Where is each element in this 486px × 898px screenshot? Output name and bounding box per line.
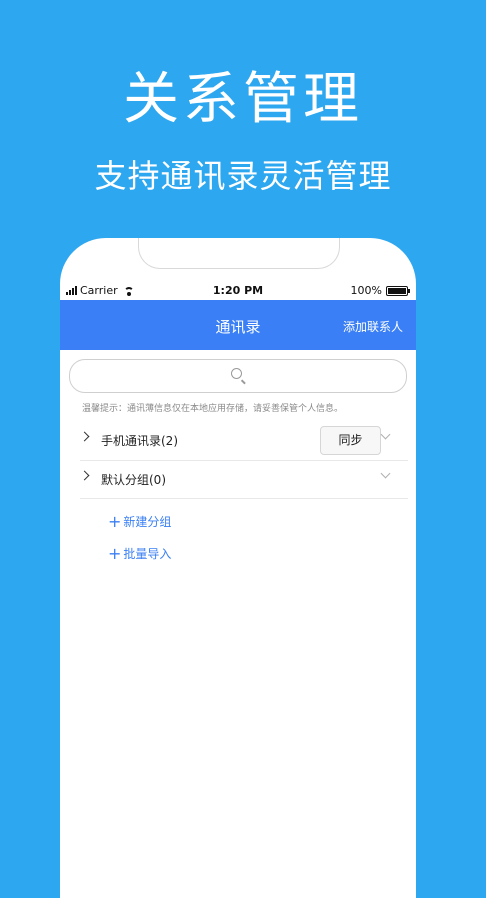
new-group-button[interactable]: + 新建分组: [108, 512, 171, 531]
group-label: 默认分组(0): [101, 473, 166, 487]
battery-percent: 100%: [350, 284, 382, 297]
group-row-phone-contacts[interactable]: 手机通讯录(2) 同步: [60, 421, 416, 459]
privacy-tip: 温馨提示：通讯薄信息仅在本地应用存储，请妥善保管个人信息。: [82, 404, 344, 414]
hero-title: 关系管理: [123, 67, 363, 132]
sync-button[interactable]: 同步: [320, 426, 381, 455]
chevron-down-icon[interactable]: [380, 468, 391, 479]
search-icon: [231, 368, 242, 379]
add-contact-button[interactable]: 添加联系人: [343, 318, 403, 335]
batch-import-label: 批量导入: [123, 547, 172, 561]
phone-notch: [138, 238, 340, 269]
status-bar: Carrier 1:20 PM 100%: [60, 282, 416, 300]
navigation-bar: 通讯录 添加联系人: [60, 300, 416, 350]
hero-subtitle: 支持通讯录灵活管理: [94, 157, 392, 195]
group-label: 手机通讯录(2): [101, 434, 178, 448]
search-input[interactable]: [69, 359, 407, 393]
new-group-label: 新建分组: [123, 515, 172, 529]
plus-icon: +: [108, 512, 122, 531]
battery-icon: [386, 285, 410, 296]
chevron-right-icon: [79, 470, 90, 481]
phone-frame: Carrier 1:20 PM 100% 通讯录 添加联系人 温馨提示：通讯薄信…: [60, 238, 416, 898]
chevron-down-icon[interactable]: [380, 429, 391, 440]
plus-icon: +: [108, 544, 122, 563]
batch-import-button[interactable]: + 批量导入: [108, 544, 171, 563]
chevron-right-icon: [79, 431, 90, 442]
divider: [80, 498, 408, 499]
group-row-default[interactable]: 默认分组(0): [60, 460, 416, 498]
